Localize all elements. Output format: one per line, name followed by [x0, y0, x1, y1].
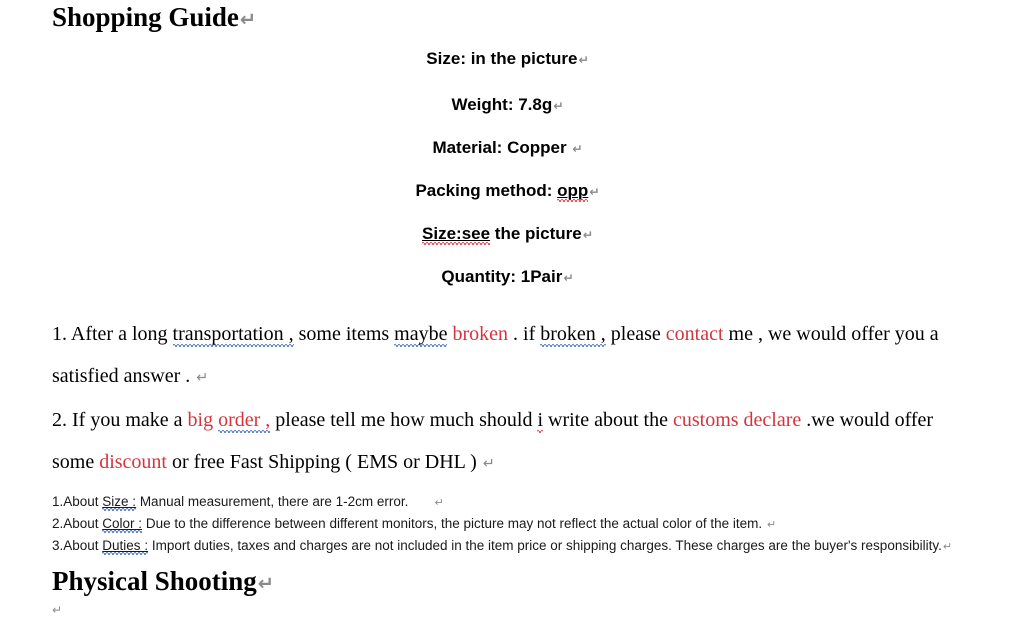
note-3-number: 3.About — [52, 538, 103, 553]
paragraph-mark-icon: ↵ — [578, 53, 589, 67]
paragraph-mark-icon: ↵ — [239, 8, 257, 31]
note-item-duties: 3.About Duties : Import duties, taxes an… — [52, 535, 975, 557]
term-1-seg-9-highlight: contact — [665, 323, 724, 345]
term-2-seg-3: please tell me how much should — [270, 409, 538, 431]
term-1-seg-8: please — [605, 323, 666, 345]
term-2-seg-9: or free Fast Shipping ( EMS or DHL ) — [167, 451, 482, 473]
term-2-seg-8-highlight: discount — [99, 451, 167, 473]
paragraph-mark-icon: ↵ — [766, 518, 777, 531]
spec-line-weight: Weight: 7.8g↵ — [0, 84, 1015, 127]
paragraph-mark-icon: ↵ — [589, 185, 600, 199]
policy-notes-list: 1.About Size : Manual measurement, there… — [0, 485, 1015, 557]
terms-paragraph-1: 1. After a long transportation , some it… — [0, 299, 1015, 399]
paragraph-mark-icon: ↵ — [257, 572, 275, 595]
spec-packing-prefix: Packing method: — [415, 181, 558, 200]
spec-quantity-text: Quantity: 1Pair — [441, 267, 563, 286]
spec-line-packing: Packing method: opp↵ — [0, 170, 1015, 213]
term-1-seg-1-grammar: transportation , — [172, 323, 294, 345]
note-3-text: Import duties, taxes and charges are not… — [148, 538, 942, 553]
section-title-physical-shooting: Physical Shooting↵ — [0, 557, 1015, 599]
paragraph-mark-icon: ↵ — [434, 496, 444, 509]
note-2-text: Due to the difference between different … — [142, 516, 766, 531]
term-1-seg-0: After a long — [67, 323, 173, 345]
spec-line-size: Size: in the picture↵ — [0, 35, 1015, 84]
spec-size-text: Size: in the picture — [426, 49, 578, 68]
term-2-seg-4-misspelled: i — [537, 409, 544, 431]
term-2-seg-2-highlight-grammar: order , — [218, 409, 271, 431]
spec-weight-text: Weight: 7.8g — [451, 95, 553, 114]
note-1-number: 1.About — [52, 494, 103, 509]
spec-material-text: Material: Copper — [432, 138, 572, 157]
note-1-text: Manual measurement, there are 1-2cm erro… — [136, 494, 409, 509]
terms-paragraph-2: 2. If you make a big order , please tell… — [0, 399, 1015, 485]
term-1-seg-3-grammar: maybe — [394, 323, 448, 345]
note-3-flagged-term: Duties : — [102, 538, 149, 553]
paragraph-mark-icon: ↵ — [582, 228, 593, 242]
note-item-size: 1.About Size : Manual measurement, there… — [52, 491, 975, 513]
term-1-seg-5-highlight: broken — [452, 323, 509, 345]
term-1-seg-6: . if — [508, 323, 541, 345]
paragraph-mark-icon: ↵ — [553, 99, 564, 113]
term-1-number: 1. — [52, 323, 67, 345]
paragraph-mark-icon: ↵ — [942, 540, 953, 553]
document-page: Shopping Guide↵ Size: in the picture↵ We… — [0, 0, 1015, 617]
term-2-seg-6-highlight: customs declare — [672, 409, 802, 431]
note-item-color: 2.About Color : Due to the difference be… — [52, 513, 975, 535]
spec-line-quantity: Quantity: 1Pair↵ — [0, 256, 1015, 299]
note-2-number: 2.About — [52, 516, 103, 531]
spec-size-see-suffix: the picture — [490, 224, 582, 243]
note-2-flagged-term: Color : — [102, 516, 143, 531]
spec-line-size-see: Size:see the picture↵ — [0, 213, 1015, 256]
term-1-seg-2: some items — [293, 323, 395, 345]
note-1-flagged-term: Size : — [102, 494, 137, 509]
spec-size-see-misspelled: Size:see — [422, 224, 491, 243]
page-title-text: Shopping Guide — [52, 2, 239, 32]
page-title: Shopping Guide↵ — [0, 0, 1015, 35]
term-2-seg-1-highlight: big — [187, 409, 219, 431]
spec-line-material: Material: Copper ↵ — [0, 127, 1015, 170]
product-spec-list: Size: in the picture↵ Weight: 7.8g↵ Mate… — [0, 35, 1015, 299]
term-2-seg-0: If you make a — [67, 409, 188, 431]
spec-packing-value-misspelled: opp — [557, 181, 589, 200]
term-1-seg-7-grammar: broken , — [540, 323, 606, 345]
paragraph-mark-icon: ↵ — [563, 271, 574, 285]
trailing-paragraph-mark: ↵ — [52, 603, 63, 617]
paragraph-mark-icon: ↵ — [196, 370, 209, 386]
paragraph-mark-icon: ↵ — [482, 456, 495, 472]
term-2-number: 2. — [52, 409, 67, 431]
term-2-seg-5: write about the — [543, 409, 673, 431]
section-title-text: Physical Shooting — [52, 566, 257, 596]
paragraph-mark-icon: ↵ — [572, 142, 583, 156]
